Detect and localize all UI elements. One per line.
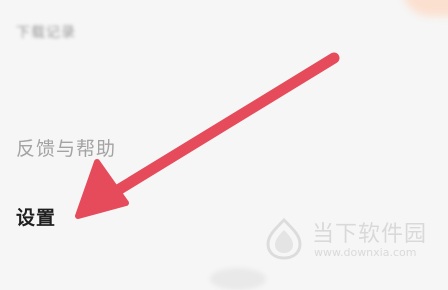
watermark-url: www.downxia.com — [314, 246, 417, 259]
watermark: 当下软件园 www.downxia.com — [262, 212, 442, 268]
watermark-site-name: 当下软件园 — [312, 222, 428, 247]
downxia-logo-icon — [266, 217, 302, 260]
